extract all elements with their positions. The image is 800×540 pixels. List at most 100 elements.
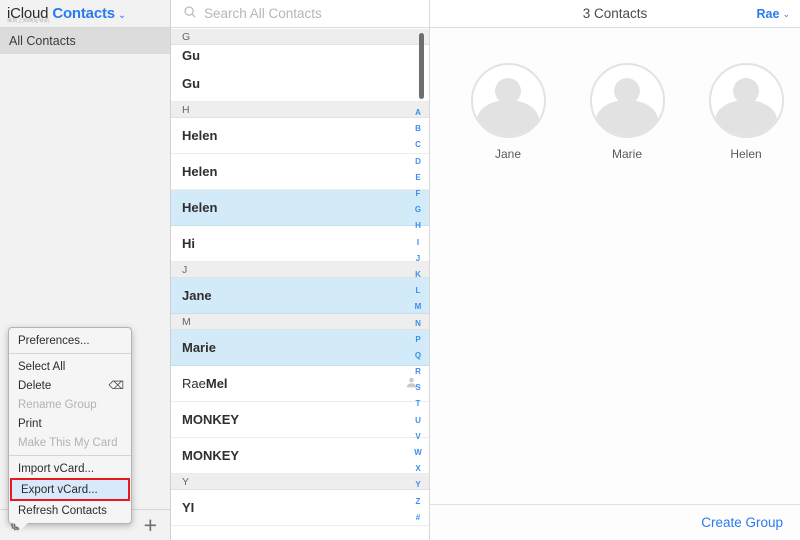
menu-item-label: Delete <box>18 379 52 392</box>
account-menu[interactable]: Rae ⌄ <box>757 7 790 21</box>
alpha-index-letter[interactable]: D <box>415 154 421 170</box>
menu-item-print[interactable]: Print <box>9 414 131 433</box>
alpha-index-letter[interactable]: Q <box>415 348 421 364</box>
sidebar: iCloud Contacts ⌄ 清风上网网址导航 All Contacts … <box>0 0 171 540</box>
settings-context-menu: Preferences... Select All Delete ⌫ Renam… <box>8 327 132 530</box>
contact-name: Helen <box>182 164 218 179</box>
contact-list-scroll-area[interactable]: G Gu Gu H Helen Helen Helen Hi J Jane M Marie Rae Me… <box>171 29 429 540</box>
alpha-index-letter[interactable]: G <box>415 202 421 218</box>
contact-name: Helen <box>182 128 218 143</box>
section-header-label: G <box>182 30 191 43</box>
contact-list-item[interactable]: MONKEY <box>171 402 429 438</box>
alpha-index-letter[interactable]: V <box>415 429 420 445</box>
alpha-index-letter[interactable]: # <box>416 510 420 526</box>
menu-separator <box>9 353 131 354</box>
menu-item-make-this-my-card: Make This My Card <box>9 433 131 452</box>
contact-list-item[interactable]: Hi <box>171 226 429 262</box>
alpha-index-letter[interactable]: N <box>415 315 421 331</box>
avatar <box>708 63 784 138</box>
contact-list-item[interactable]: Gu <box>171 66 429 102</box>
menu-item-label: Select All <box>18 360 66 373</box>
watermark-text: 清风上网网址导航 <box>7 18 50 24</box>
create-group-button[interactable]: Create Group <box>701 515 783 530</box>
alpha-index-letter[interactable]: E <box>415 170 420 186</box>
contact-list-item[interactable]: YI <box>171 490 429 526</box>
alpha-index-letter[interactable]: K <box>415 267 421 283</box>
alpha-index-letter[interactable]: P <box>415 332 420 348</box>
menu-item-label: Make This My Card <box>18 436 118 449</box>
contact-list-item[interactable]: Helen <box>171 190 429 226</box>
menu-separator <box>9 455 131 456</box>
contact-name: MONKEY <box>182 448 240 463</box>
alpha-index-letter[interactable]: L <box>416 283 421 299</box>
alpha-index-letter[interactable]: B <box>415 121 421 137</box>
alphabet-index[interactable]: A B C D E F G H I J K L M N P Q R S T U V W X Y Z # <box>410 105 426 526</box>
alpha-index-letter[interactable]: X <box>415 461 420 477</box>
contact-list-item[interactable]: Rae Mel <box>171 366 429 402</box>
app-brand-header: iCloud Contacts ⌄ 清风上网网址导航 <box>0 0 170 28</box>
contact-name: Gu <box>182 76 201 91</box>
alpha-index-letter[interactable]: T <box>416 396 421 412</box>
alpha-index-letter[interactable]: F <box>416 186 421 202</box>
alpha-index-letter[interactable]: M <box>415 299 422 315</box>
menu-item-preferences[interactable]: Preferences... <box>9 331 131 350</box>
contact-card-name: Marie <box>611 147 642 161</box>
alpha-index-letter[interactable]: Y <box>415 477 420 493</box>
page-title: 3 Contacts <box>582 6 648 21</box>
menu-item-label: Rename Group <box>18 398 97 411</box>
menu-item-select-all[interactable]: Select All <box>9 357 131 376</box>
sidebar-item-label: All Contacts <box>9 34 76 48</box>
contact-list-item[interactable]: Gu <box>171 45 429 66</box>
alpha-index-letter[interactable]: Z <box>416 494 421 510</box>
section-header: G <box>171 29 429 45</box>
chevron-down-icon: ⌄ <box>782 9 790 19</box>
contact-card[interactable]: Helen <box>706 63 786 161</box>
alpha-index-letter[interactable]: A <box>415 105 421 121</box>
section-header-label: H <box>182 103 190 116</box>
contact-card[interactable]: Marie <box>587 63 667 161</box>
search-bar <box>171 0 429 28</box>
menu-item-label: Export vCard... <box>21 483 98 496</box>
alpha-index-letter[interactable]: I <box>417 235 419 251</box>
alpha-index-letter[interactable]: R <box>415 364 421 380</box>
alpha-index-letter[interactable]: H <box>415 218 421 234</box>
menu-item-label: Print <box>18 417 42 430</box>
section-header: J <box>171 262 429 278</box>
alpha-index-letter[interactable]: S <box>415 380 420 396</box>
contact-card[interactable]: Jane <box>468 63 548 161</box>
add-contact-button[interactable]: + <box>144 513 157 537</box>
section-header: Y <box>171 474 429 490</box>
contact-list-panel: G Gu Gu H Helen Helen Helen Hi J Jane M Marie Rae Me… <box>171 0 430 540</box>
section-header: H <box>171 102 429 118</box>
contact-name: Rae <box>182 376 206 391</box>
avatar-body <box>477 100 539 136</box>
alpha-index-letter[interactable]: U <box>415 413 421 429</box>
account-name-label: Rae <box>756 6 780 21</box>
search-input[interactable] <box>204 6 404 21</box>
contact-list-item[interactable]: Marie <box>171 330 429 366</box>
contact-name: Jane <box>182 288 212 303</box>
contact-list-item[interactable]: Jane <box>171 278 429 314</box>
menu-item-refresh-contacts[interactable]: Refresh Contacts <box>9 501 131 520</box>
contact-name: Marie <box>182 340 216 355</box>
menu-item-export-vcard[interactable]: Export vCard... <box>12 480 128 499</box>
section-header: M <box>171 314 429 330</box>
menu-item-import-vcard[interactable]: Import vCard... <box>9 459 131 478</box>
export-vcard-annotation-box: Export vCard... <box>10 478 130 501</box>
menu-item-delete[interactable]: Delete ⌫ <box>9 376 131 395</box>
brand-contacts-label[interactable]: Contacts <box>52 5 115 22</box>
contact-list-item[interactable]: Helen <box>171 118 429 154</box>
alpha-index-letter[interactable]: C <box>415 137 421 153</box>
alpha-index-letter[interactable]: W <box>414 445 422 461</box>
chevron-down-icon[interactable]: ⌄ <box>118 10 126 21</box>
contact-name: Gu <box>182 48 201 63</box>
contact-list-item[interactable]: MONKEY <box>171 438 429 474</box>
contact-list-item[interactable]: Helen <box>171 154 429 190</box>
alpha-index-letter[interactable]: J <box>416 251 420 267</box>
menu-item-rename-group: Rename Group <box>9 395 131 414</box>
sidebar-item-all-contacts[interactable]: All Contacts <box>0 28 170 54</box>
contact-rows: G Gu Gu H Helen Helen Helen Hi J Jane M Marie Rae Me… <box>171 29 429 526</box>
detail-header: 3 Contacts Rae ⌄ <box>430 0 800 28</box>
contact-name: YI <box>182 500 195 515</box>
list-scrollbar[interactable] <box>418 33 424 99</box>
